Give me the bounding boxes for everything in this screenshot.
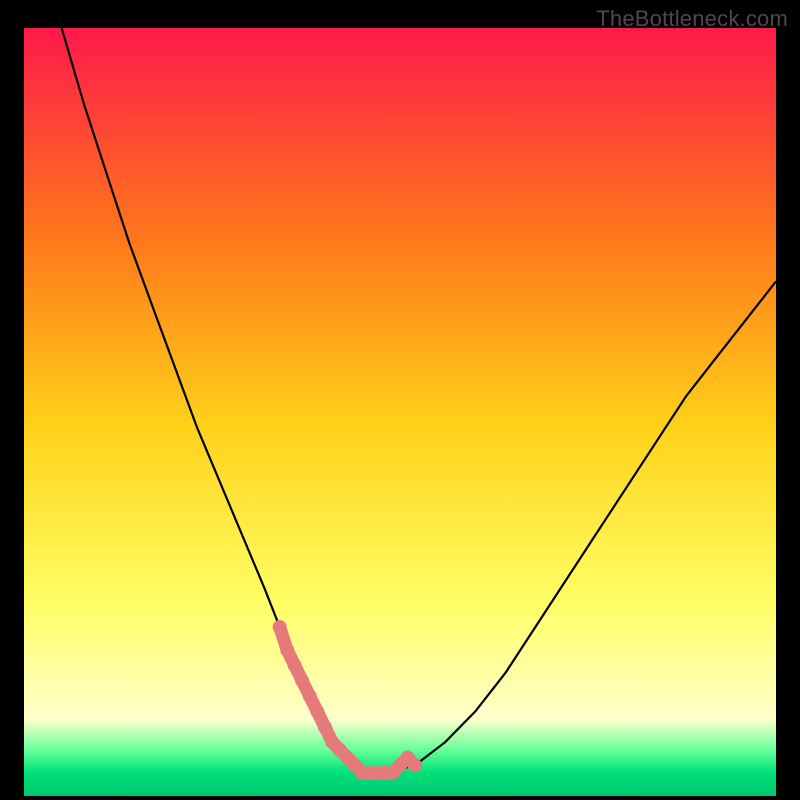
valley-marker-dot — [295, 674, 309, 688]
valley-marker-dot — [408, 758, 422, 772]
watermark-text: TheBottleneck.com — [596, 6, 788, 32]
valley-marker-dot — [288, 658, 302, 672]
valley-marker-dot — [273, 620, 287, 634]
plot-area — [24, 28, 776, 796]
valley-marker-dot — [303, 689, 317, 703]
chart-frame: TheBottleneck.com — [0, 0, 800, 800]
valley-marker-dot — [318, 720, 332, 734]
bottleneck-chart — [24, 28, 776, 796]
valley-marker-dot — [280, 643, 294, 657]
valley-marker-dot — [310, 705, 324, 719]
gradient-background — [24, 28, 776, 796]
